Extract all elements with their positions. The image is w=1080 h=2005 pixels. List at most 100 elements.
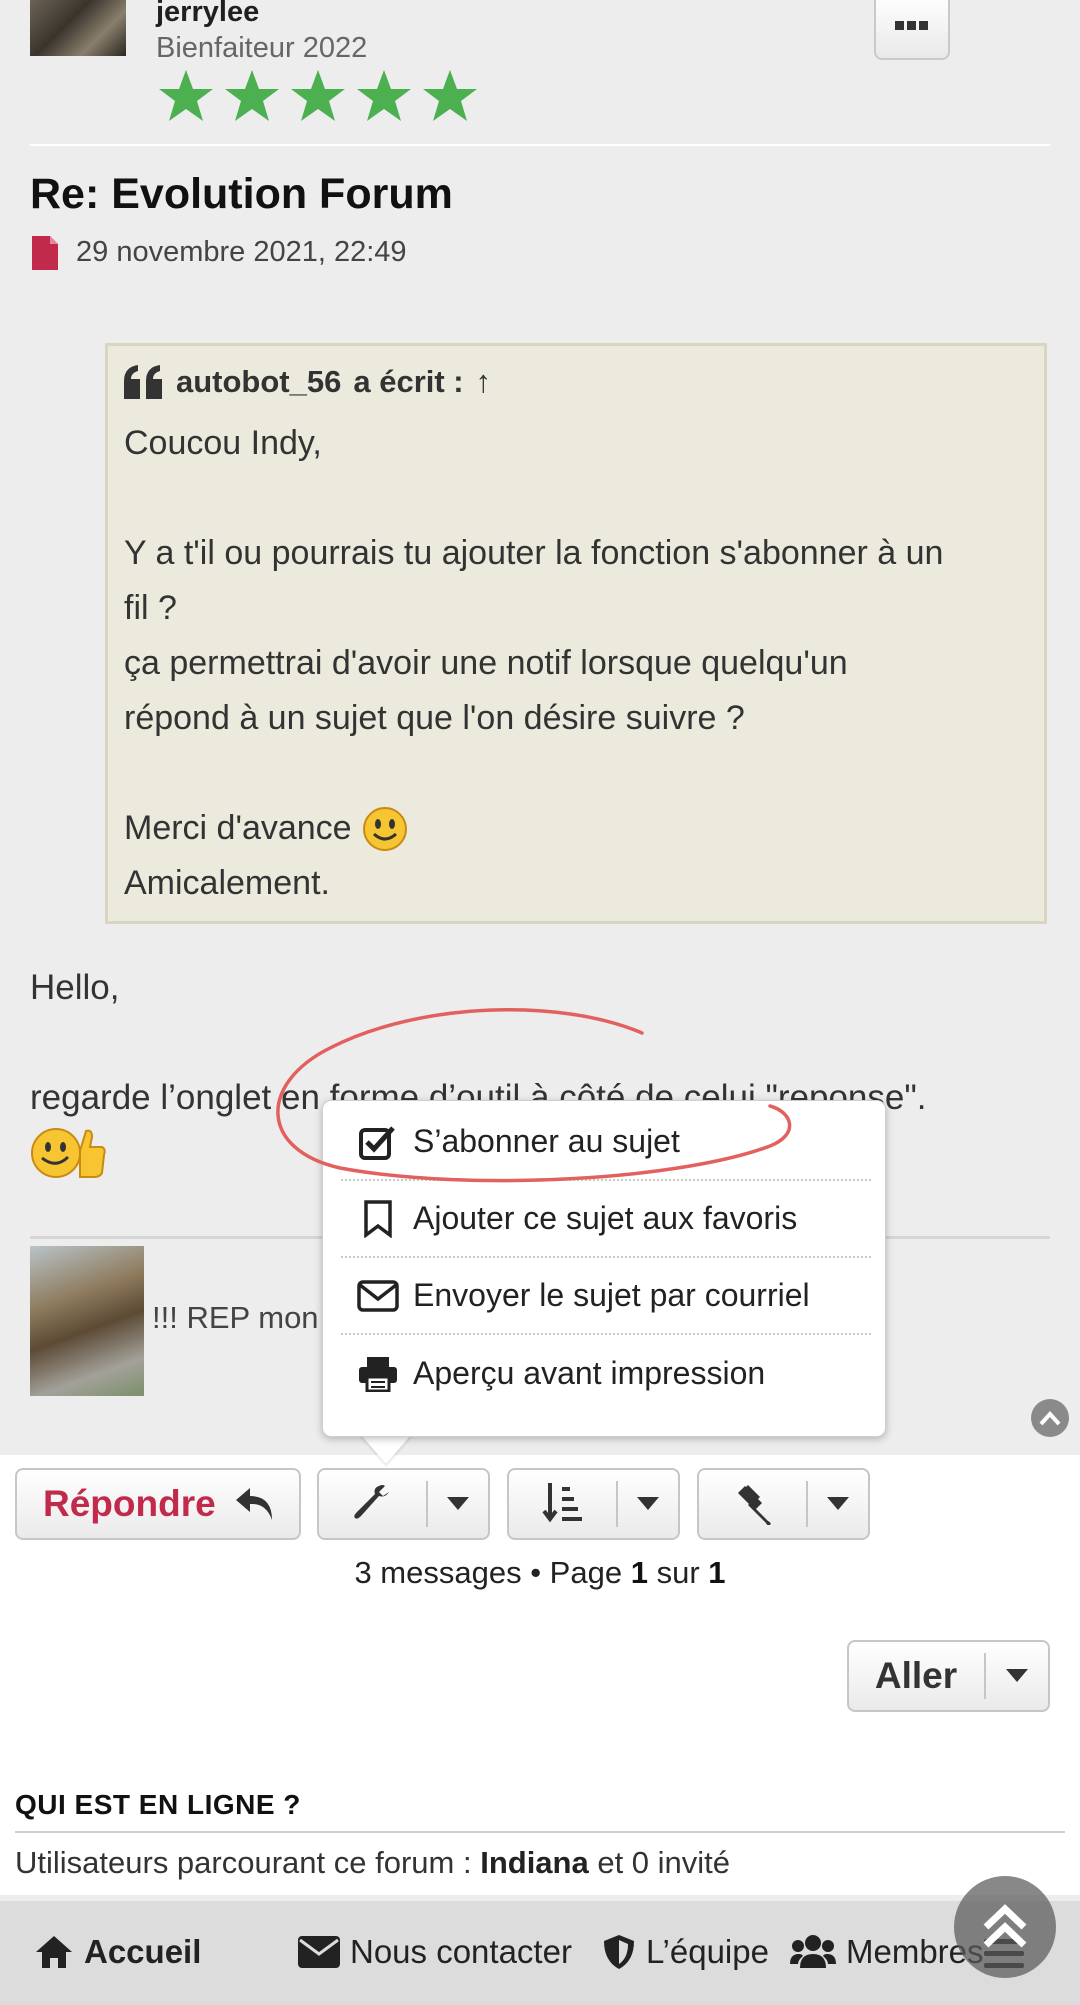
scroll-top-fab[interactable] — [954, 1876, 1056, 1978]
moderation-main[interactable] — [699, 1470, 806, 1538]
reply-arrow-icon — [235, 1488, 272, 1520]
quote-line — [124, 746, 1024, 801]
smiley-icon — [362, 806, 407, 851]
quote-line: Y a t'il ou pourrais tu ajouter la fonct… — [124, 534, 944, 572]
jump-to-main[interactable]: Aller — [849, 1642, 983, 1710]
menu-print-preview[interactable]: Aperçu avant impression — [341, 1335, 871, 1412]
star-icon — [159, 70, 213, 121]
divider — [15, 1831, 1065, 1833]
quote-author[interactable]: autobot_56 — [176, 364, 341, 400]
menu-bookmark-topic[interactable]: Ajouter ce sujet aux favoris — [341, 1181, 871, 1258]
quote-body: Coucou Indy, Y a t'il ou pourrais tu ajo… — [124, 416, 1024, 911]
quote-wrote-label: a écrit : — [353, 364, 464, 399]
nav-contact[interactable]: Nous contacter — [298, 1933, 572, 1971]
nav-team-label: L’équipe — [646, 1933, 769, 1970]
caret-down-icon — [827, 1497, 850, 1510]
menu-email-topic[interactable]: Envoyer le sujet par courriel — [341, 1258, 871, 1335]
users-icon — [790, 1935, 836, 1968]
dropdown-pointer — [360, 1434, 412, 1464]
pagination-info: 3 messages • Page 1 sur 1 — [0, 1555, 1080, 1591]
quote-line: Merci d'avance — [124, 809, 352, 847]
topic-tools-button[interactable] — [317, 1468, 490, 1540]
post-line — [30, 1015, 1050, 1070]
chevron-up-icon — [1039, 1411, 1061, 1426]
checkbox-icon — [359, 1125, 395, 1160]
caret-down-icon — [447, 1497, 470, 1510]
menu-item-label: Aperçu avant impression — [413, 1355, 766, 1391]
signature-text: !!! REP mon — [152, 1300, 319, 1335]
topic-tools-main[interactable] — [319, 1470, 426, 1538]
rank-stars — [159, 70, 477, 121]
star-icon — [291, 70, 345, 121]
home-icon — [36, 1936, 72, 1968]
caret-down-icon — [1006, 1669, 1028, 1682]
sort-dropdown[interactable] — [618, 1470, 678, 1538]
shield-icon — [604, 1935, 634, 1969]
jump-to-button[interactable]: Aller — [847, 1640, 1050, 1712]
bookmark-icon — [364, 1199, 392, 1238]
quote-icon — [124, 365, 162, 399]
menu-subscribe-topic[interactable]: S’abonner au sujet — [341, 1104, 871, 1181]
online-prefix: Utilisateurs parcourant ce forum : — [15, 1845, 472, 1880]
quote-source-link[interactable]: ↑ — [476, 364, 492, 400]
sort-button[interactable] — [507, 1468, 680, 1540]
menu-item-label: Envoyer le sujet par courriel — [413, 1277, 810, 1313]
quote-header: autobot_56 a écrit : ↑ — [124, 364, 491, 400]
more-dots-icon — [895, 21, 928, 30]
quote-line-with-smiley: Merci d'avance — [124, 801, 1024, 856]
reply-label: Répondre — [43, 1483, 216, 1524]
online-users-text: Utilisateurs parcourant ce forum : India… — [15, 1845, 730, 1881]
menu-item-label: Ajouter ce sujet aux favoris — [413, 1200, 798, 1236]
current-page: 1 — [630, 1555, 648, 1590]
double-chevron-up-icon — [983, 1904, 1027, 1948]
jump-to-label: Aller — [874, 1655, 958, 1696]
page-of: sur — [656, 1555, 700, 1590]
document-icon[interactable] — [30, 236, 60, 270]
moderation-dropdown[interactable] — [808, 1470, 868, 1538]
quote-line: Amicalement. — [124, 864, 330, 902]
total-pages: 1 — [708, 1555, 726, 1590]
divider — [30, 144, 1050, 146]
quote-line — [124, 471, 1024, 526]
topic-tools-dropdown[interactable] — [428, 1470, 488, 1538]
printer-icon — [359, 1356, 397, 1392]
post-more-button[interactable] — [874, 0, 950, 60]
envelope-icon — [357, 1279, 399, 1312]
nav-team[interactable]: L’équipe — [602, 1933, 769, 1971]
back-to-top-button[interactable] — [1031, 1399, 1069, 1437]
topic-tools-menu: S’abonner au sujet Ajouter ce sujet aux … — [322, 1100, 886, 1437]
star-icon — [225, 70, 279, 121]
quote-line: fil ? — [124, 589, 177, 627]
user-avatar[interactable] — [30, 0, 126, 56]
star-icon — [357, 70, 411, 121]
quote-line: ça permettrai d'avoir une notif lorsque … — [124, 644, 848, 682]
quote-line: répond à un sujet que l'on désire suivre… — [124, 699, 745, 737]
post-title[interactable]: Re: Evolution Forum — [30, 170, 453, 219]
quote-block: autobot_56 a écrit : ↑ Coucou Indy, Y a … — [105, 343, 1047, 924]
thumbs-up-smiley-icon — [31, 1128, 106, 1178]
menu-item-label: S’abonner au sujet — [413, 1123, 680, 1159]
signature-image — [30, 1246, 144, 1396]
post-author-rank: Bienfaiteur 2022 — [156, 32, 368, 64]
sort-order-icon — [542, 1483, 582, 1523]
reply-button[interactable]: Répondre — [15, 1468, 301, 1540]
envelope-icon — [298, 1936, 340, 1968]
online-suffix: et 0 invité — [597, 1845, 731, 1880]
nav-contact-label: Nous contacter — [350, 1933, 572, 1970]
message-count: 3 messages • Page — [354, 1555, 623, 1590]
post-author-name[interactable]: jerrylee — [156, 0, 259, 29]
wrench-icon — [354, 1485, 389, 1519]
nav-home[interactable]: Accueil — [34, 1933, 201, 1971]
nav-home-label: Accueil — [84, 1933, 202, 1970]
post-line: Hello, — [30, 968, 120, 1007]
sort-main[interactable] — [509, 1470, 616, 1538]
quote-line: Coucou Indy, — [124, 424, 322, 462]
gavel-icon — [737, 1485, 771, 1525]
online-section-title: QUI EST EN LIGNE ? — [15, 1789, 301, 1820]
star-icon — [423, 70, 477, 121]
moderation-button[interactable] — [697, 1468, 870, 1540]
online-user-link[interactable]: Indiana — [480, 1845, 589, 1880]
post-date: 29 novembre 2021, 22:49 — [76, 236, 407, 268]
caret-down-icon — [637, 1497, 660, 1510]
jump-to-dropdown[interactable] — [986, 1642, 1048, 1710]
